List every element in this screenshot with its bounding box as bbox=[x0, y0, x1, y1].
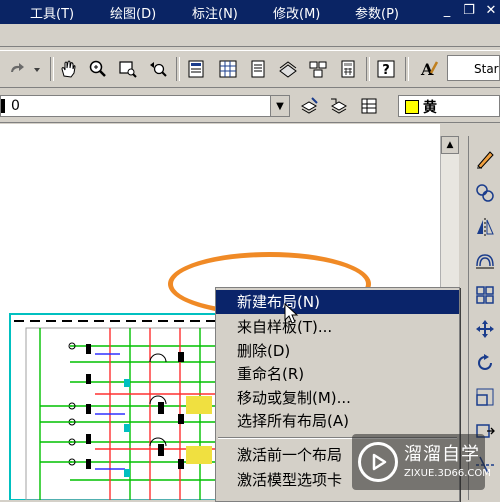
make-layer-current-icon[interactable] bbox=[296, 93, 322, 119]
toolbar-separator bbox=[50, 57, 54, 81]
layer-current-value: 0 bbox=[11, 98, 20, 114]
scroll-up-icon[interactable]: ▲ bbox=[441, 136, 459, 154]
close-icon[interactable]: ✕ bbox=[482, 2, 500, 20]
restore-icon[interactable]: ❐ bbox=[460, 2, 478, 20]
menu-dimension[interactable]: 标注(N) bbox=[192, 3, 238, 22]
watermark-logo: 溜溜自学 ZIXUE.3D66.COM bbox=[352, 434, 491, 490]
menu-item-from-template[interactable]: 来自样板(T)... bbox=[216, 315, 459, 339]
menu-draw[interactable]: 绘图(D) bbox=[110, 3, 156, 22]
color-select[interactable]: 黄 bbox=[398, 95, 500, 117]
redo-icon[interactable] bbox=[4, 56, 30, 82]
menu-modify[interactable]: 修改(M) bbox=[273, 3, 320, 22]
menu-parameters[interactable]: 参数(P) bbox=[355, 3, 399, 22]
pan-hand-icon[interactable] bbox=[55, 56, 81, 82]
play-logo-icon bbox=[358, 442, 398, 482]
watermark-subtitle: ZIXUE.3D66.COM bbox=[404, 468, 491, 479]
svg-text:?: ? bbox=[382, 63, 390, 78]
erase-icon[interactable] bbox=[473, 146, 497, 172]
copy-icon[interactable] bbox=[473, 180, 497, 206]
chevron-down-icon[interactable]: ▼ bbox=[270, 96, 289, 116]
layer-properties-icon[interactable] bbox=[356, 93, 382, 119]
calculator-icon[interactable] bbox=[335, 56, 361, 82]
toolbar-separator bbox=[405, 57, 409, 81]
help-icon[interactable]: ? bbox=[373, 56, 399, 82]
menu-item-select-all-layouts[interactable]: 选择所有布局(A) bbox=[216, 409, 459, 433]
text-style-icon[interactable]: A bbox=[416, 56, 442, 82]
menu-item-new-layout[interactable]: 新建布局(N) bbox=[216, 290, 459, 314]
array-icon[interactable] bbox=[473, 282, 497, 308]
menu-bar: 工具(T) 绘图(D) 标注(N) 修改(M) 参数(P) _ ❐ ✕ bbox=[0, 0, 500, 24]
color-label: 黄 bbox=[423, 100, 437, 116]
markup-set-icon[interactable] bbox=[305, 56, 331, 82]
standard-toolbar: ? A bbox=[0, 50, 500, 88]
layers-toolbar: 0 ▼ 黄 bbox=[0, 90, 500, 123]
mouse-pointer-icon bbox=[284, 303, 299, 324]
redo-dropdown-icon[interactable] bbox=[30, 56, 44, 82]
scale-icon[interactable] bbox=[473, 384, 497, 410]
zoom-previous-icon[interactable] bbox=[145, 56, 171, 82]
minimize-icon[interactable]: _ bbox=[438, 2, 456, 20]
text-style-value: Star bbox=[474, 62, 499, 76]
menu-item-delete[interactable]: 删除(D) bbox=[216, 339, 459, 363]
watermark-title: 溜溜自学 bbox=[404, 444, 480, 465]
properties-icon[interactable] bbox=[183, 56, 209, 82]
layer-select[interactable]: 0 ▼ bbox=[0, 95, 290, 117]
toolbar-separator bbox=[176, 57, 180, 81]
zoom-realtime-icon[interactable] bbox=[85, 56, 111, 82]
color-swatch bbox=[405, 100, 419, 114]
toolbar-separator bbox=[366, 57, 370, 81]
design-center-icon[interactable] bbox=[215, 56, 241, 82]
layer-previous-icon[interactable] bbox=[326, 93, 352, 119]
sheet-set-manager-icon[interactable] bbox=[275, 56, 301, 82]
menu-tools[interactable]: 工具(T) bbox=[30, 3, 74, 22]
tool-palettes-icon[interactable] bbox=[245, 56, 271, 82]
text-style-combo[interactable]: Star bbox=[447, 55, 500, 81]
move-icon[interactable] bbox=[473, 316, 497, 342]
menu-item-rename[interactable]: 重命名(R) bbox=[216, 362, 459, 386]
menu-item-move-or-copy[interactable]: 移动或复制(M)... bbox=[216, 386, 459, 410]
rotate-icon[interactable] bbox=[473, 350, 497, 376]
toolbar-band bbox=[0, 24, 500, 47]
layer-color-swatch bbox=[1, 99, 5, 113]
mirror-icon[interactable] bbox=[473, 214, 497, 240]
offset-icon[interactable] bbox=[473, 248, 497, 274]
zoom-window-icon[interactable] bbox=[115, 56, 141, 82]
